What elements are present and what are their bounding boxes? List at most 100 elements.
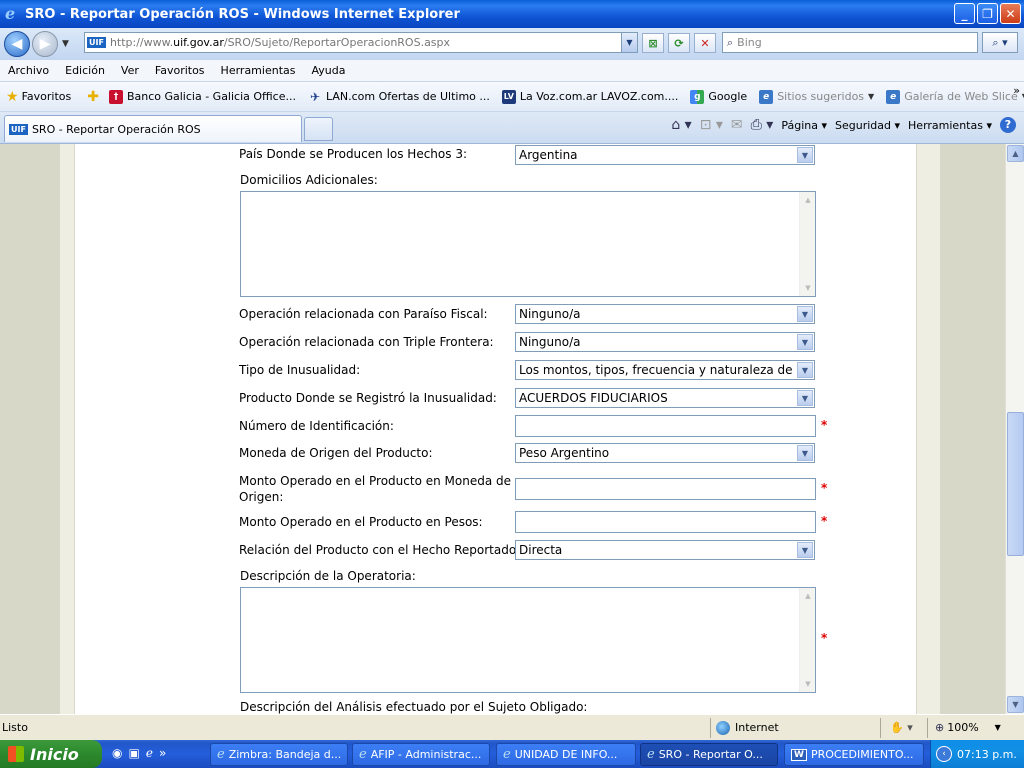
windows-logo-icon [8,746,24,762]
tab-sro[interactable]: UIF SRO - Reportar Operación ROS [4,115,302,142]
help-icon[interactable]: ? [1000,117,1016,133]
scroll-down-icon[interactable]: ▼ [801,677,815,691]
tipo-select[interactable]: Los montos, tipos, frecuencia y naturale… [515,360,815,380]
clock: 07:13 p.m. [957,747,1017,761]
tools-menu[interactable]: Herramientas ▾ [908,119,992,132]
chevron-down-icon: ▼ [868,92,875,101]
paraiso-value: Ninguno/a [519,307,581,321]
scroll-up-icon[interactable]: ▲ [801,193,815,207]
refresh-icon[interactable]: ⟳ [668,33,690,53]
scroll-down-icon[interactable]: ▼ [801,281,815,295]
protected-mode-icon[interactable]: ✋ ▾ [890,721,913,734]
fav-lavoz[interactable]: LV La Voz.com.ar LAVOZ.com.... [501,89,679,104]
ie-icon: e [359,747,367,762]
moneda-select[interactable]: Peso Argentino ▼ [515,443,815,463]
forward-button[interactable]: ▶ [32,31,58,57]
menu-ayuda[interactable]: Ayuda [303,64,353,77]
task-label: SRO - Reportar O... [658,748,763,761]
show-desktop-icon[interactable]: ▣ [128,746,139,760]
menu-favoritos[interactable]: Favoritos [147,64,213,77]
scroll-down-icon[interactable]: ▼ [1007,696,1024,713]
moneda-value: Peso Argentino [519,446,610,460]
search-button[interactable]: ⌕ ▾ [982,32,1018,53]
zoom-icon: ⊕ [935,721,945,734]
feeds-icon[interactable]: ⊡ ▾ [700,117,723,133]
media-player-icon[interactable]: ◉ [112,746,122,760]
chevron-down-icon: ▼ [797,306,813,322]
triple-select[interactable]: Ninguno/a ▼ [515,332,815,352]
read-mail-icon[interactable]: ✉ [731,117,743,133]
scrollbar-thumb[interactable] [1007,412,1024,556]
fav-lan[interactable]: ✈ LAN.com Ofertas de Ultimo ... [308,90,490,104]
producto-label: Producto Donde se Registró la Inusualida… [239,391,497,405]
zone-label: Internet [735,721,779,734]
pais-select[interactable]: Argentina ▼ [515,145,815,165]
descripcion-textarea[interactable]: ▲ ▼ [240,587,816,693]
task-zimbra[interactable]: e Zimbra: Bandeja d... [210,743,348,766]
fav-web-slice[interactable]: e Galería de Web Slice ▼ [886,89,1024,104]
galicia-icon: † [108,89,123,104]
domicilios-textarea[interactable]: ▲ ▼ [240,191,816,297]
address-dropdown-icon[interactable]: ▼ [621,33,637,52]
tray-expand-icon[interactable]: ‹ [936,746,952,762]
menu-ver[interactable]: Ver [113,64,147,77]
scroll-up-icon[interactable]: ▲ [1007,145,1024,162]
task-sro[interactable]: e SRO - Reportar O... [640,743,778,766]
title-bar: e SRO - Reportar Operación ROS - Windows… [0,0,1024,28]
numero-input[interactable] [515,415,816,437]
task-unidad[interactable]: e UNIDAD DE INFO... [496,743,636,766]
ie-launch-icon[interactable]: e [146,746,153,760]
new-tab-button[interactable] [304,117,333,141]
favorites-button[interactable]: ★ Favoritos [6,89,71,105]
task-label: Zimbra: Bandeja d... [228,748,342,761]
task-procedimiento[interactable]: W PROCEDIMIENTO... [784,743,924,766]
page-scrollbar[interactable]: ▲ ▼ [1005,144,1024,714]
required-marker: * [821,481,828,495]
safety-menu-label: Seguridad [835,118,891,132]
stop-icon[interactable]: ✕ [694,33,716,53]
add-favorite-icon[interactable]: ✚ [87,89,99,105]
relacion-select[interactable]: Directa ▼ [515,540,815,560]
taskbar: Inicio ◉ ▣ e » e Zimbra: Bandeja d... e … [0,740,1024,768]
safety-menu[interactable]: Seguridad ▾ [835,119,900,132]
fav-sitios-sugeridos[interactable]: e Sitios sugeridos ▼ [759,89,875,104]
search-input[interactable]: ⌕ Bing [722,32,978,53]
page-menu-label: Página [781,118,818,132]
star-icon: ★ [6,88,19,105]
fav-label: La Voz.com.ar LAVOZ.com.... [519,90,679,103]
fav-google[interactable]: g Google [690,89,747,104]
textarea-scrollbar[interactable]: ▲ ▼ [799,588,815,692]
producto-select[interactable]: ACUERDOS FIDUCIARIOS ▼ [515,388,815,408]
start-button[interactable]: Inicio [0,740,102,768]
restore-button[interactable]: ❐ [977,3,998,24]
required-marker: * [821,514,828,528]
recent-pages-dropdown[interactable]: ▼ [62,39,69,49]
menu-herramientas[interactable]: Herramientas [213,64,304,77]
minimize-button[interactable]: _ [954,3,975,24]
scroll-up-icon[interactable]: ▲ [801,589,815,603]
zoom-control[interactable]: ⊕ 100% ▼ [935,721,1001,734]
fav-banco-galicia[interactable]: † Banco Galicia - Galicia Office... [108,89,296,104]
security-zone[interactable]: Internet [716,720,779,735]
print-icon[interactable]: ⎙ ▾ [751,117,774,133]
favorites-bar: ★ Favoritos ✚ † Banco Galicia - Galicia … [0,82,1024,112]
menu-archivo[interactable]: Archivo [0,64,57,77]
more-favorites-icon[interactable]: » [1013,84,1020,97]
task-afip[interactable]: e AFIP - Administrac... [352,743,490,766]
moneda-label: Moneda de Origen del Producto: [239,446,433,460]
chevron-down-icon: ▼ [797,542,813,558]
paraiso-select[interactable]: Ninguno/a ▼ [515,304,815,324]
home-icon[interactable]: ⌂ ▾ [671,117,691,133]
window-controls: _ ❐ ✕ [954,3,1021,24]
url-domain: uif.gov.ar [173,36,224,49]
close-button[interactable]: ✕ [1000,3,1021,24]
more-quicklaunch-icon[interactable]: » [159,746,166,760]
textarea-scrollbar[interactable]: ▲ ▼ [799,192,815,296]
address-field[interactable]: UIF http://www. uif.gov.ar/SRO/Sujeto/Rep… [84,32,638,53]
compatibility-view-icon[interactable]: ⊠ [642,33,664,53]
page-menu[interactable]: Página ▾ [781,119,827,132]
monto-pesos-input[interactable] [515,511,816,533]
menu-edicion[interactable]: Edición [57,64,113,77]
back-button[interactable]: ◀ [4,31,30,57]
monto-origen-input[interactable] [515,478,816,500]
